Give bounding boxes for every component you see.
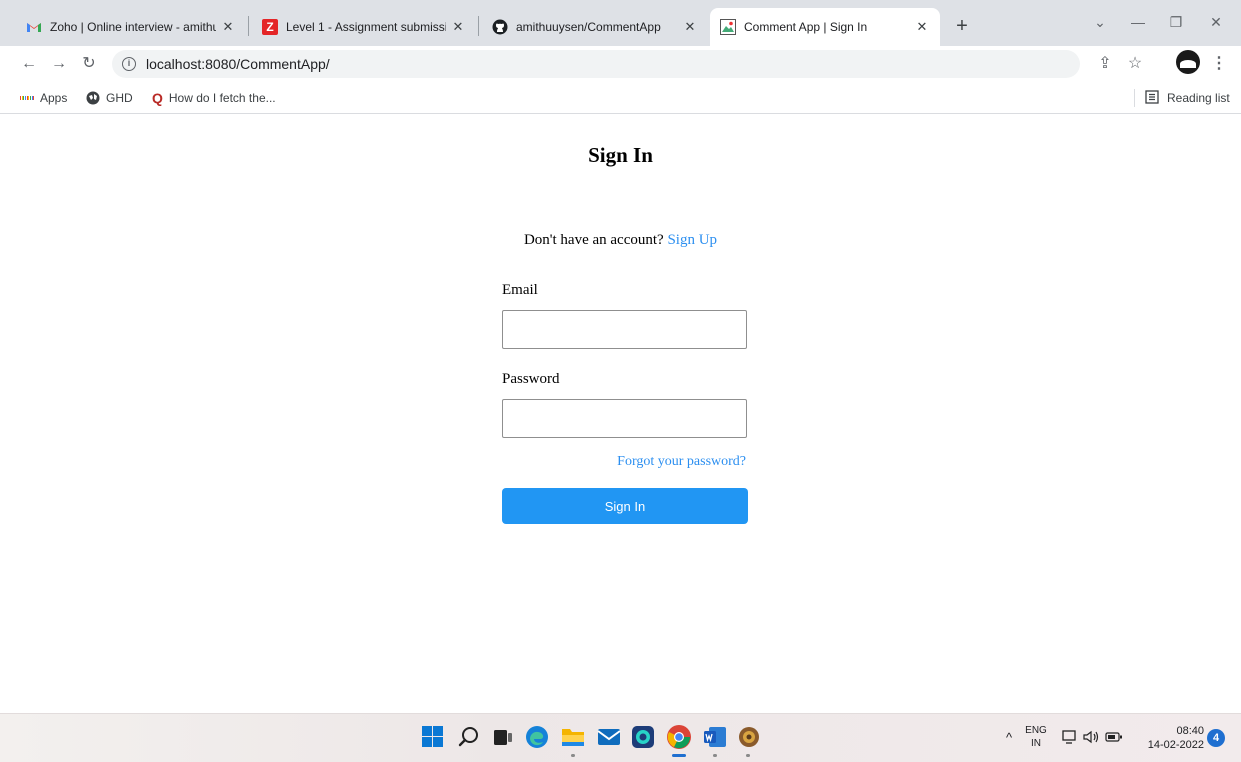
search-icon[interactable] <box>456 724 482 750</box>
bookmark-ghd[interactable]: GHD <box>86 89 133 107</box>
browser-toolbar: ← → ↻ i localhost:8080/CommentApp/ ⇪ ☆ ⋮ <box>0 46 1241 82</box>
word-icon[interactable] <box>702 724 728 750</box>
reload-icon[interactable]: ↻ <box>76 51 102 77</box>
app-active-indicator <box>672 754 686 757</box>
close-icon[interactable]: ✕ <box>914 19 930 35</box>
forward-arrow-icon[interactable]: → <box>46 51 72 77</box>
app-running-indicator <box>746 754 750 757</box>
url-text: localhost:8080/CommentApp/ <box>146 56 330 72</box>
chrome-icon[interactable] <box>666 724 692 750</box>
signup-link[interactable]: Sign Up <box>667 232 717 248</box>
tab-search-icon[interactable]: ⌄ <box>1080 10 1120 34</box>
settings-gear-icon[interactable] <box>736 724 762 750</box>
page-title: Sign In <box>588 143 653 167</box>
globe-icon <box>86 91 100 105</box>
info-icon[interactable]: i <box>122 57 136 71</box>
browser-tab[interactable]: Z Level 1 - Assignment submission ✕ <box>252 8 476 46</box>
close-icon[interactable]: ✕ <box>450 19 466 35</box>
language-code: ENG <box>1025 725 1047 736</box>
password-field[interactable] <box>502 399 747 438</box>
reading-list-icon <box>1145 89 1159 107</box>
email-label: Email <box>502 282 538 298</box>
chevron-up-icon[interactable]: ^ <box>996 724 1022 750</box>
volume-icon[interactable] <box>1082 724 1102 750</box>
mail-icon[interactable] <box>596 724 622 750</box>
password-label: Password <box>502 371 560 387</box>
webex-icon[interactable] <box>630 724 656 750</box>
system-clock[interactable]: 08:40 14-02-2022 <box>1138 724 1204 752</box>
bookmarks-bar: Apps GHD Q How do I fetch the... Reading… <box>0 82 1241 114</box>
quora-icon: Q <box>152 90 163 106</box>
signup-prompt-text: Don't have an account? <box>523 232 664 248</box>
tab-strip: Zoho | Online interview - amithu ✕ Z Lev… <box>0 0 1241 46</box>
bookmark-divider <box>1134 89 1135 107</box>
profile-avatar[interactable] <box>1176 50 1200 74</box>
tab-title: Comment App | Sign In <box>744 20 868 34</box>
reading-list-label: Reading list <box>1167 91 1230 105</box>
minimize-icon[interactable]: — <box>1118 10 1158 34</box>
back-arrow-icon[interactable]: ← <box>16 51 42 77</box>
email-field[interactable] <box>502 310 747 349</box>
clock-time: 08:40 <box>1176 725 1204 737</box>
notification-badge[interactable]: 4 <box>1207 729 1225 747</box>
bookmark-quora[interactable]: Q How do I fetch the... <box>152 89 276 107</box>
gmail-icon <box>26 19 42 35</box>
language-indicator[interactable]: ENG IN <box>1024 724 1048 750</box>
bookmark-star-icon[interactable]: ☆ <box>1122 51 1148 77</box>
bookmark-label: GHD <box>106 91 133 105</box>
tab-title: Level 1 - Assignment submission <box>286 20 446 34</box>
edge-icon[interactable] <box>524 724 550 750</box>
page-icon <box>720 19 736 35</box>
bookmark-label: How do I fetch the... <box>168 91 276 105</box>
restore-icon[interactable]: ❐ <box>1156 10 1196 34</box>
browser-tab[interactable]: amithuuysen/CommentApp ✕ <box>482 8 708 46</box>
task-view-icon[interactable] <box>490 724 516 750</box>
zoho-icon: Z <box>262 19 278 35</box>
signup-prompt: Don't have an account? Sign Up <box>0 232 1241 249</box>
close-icon[interactable]: ✕ <box>682 19 698 35</box>
file-explorer-icon[interactable] <box>560 724 586 750</box>
forgot-password-link[interactable]: Forgot your password? <box>502 454 746 470</box>
tab-divider <box>478 16 479 36</box>
reading-list-button[interactable]: Reading list <box>1145 89 1230 107</box>
close-icon[interactable]: ✕ <box>220 19 236 35</box>
app-running-indicator <box>571 754 575 757</box>
windows-start-icon[interactable] <box>420 724 446 750</box>
signin-page: Sign In Don't have an account? Sign Up E… <box>0 115 1241 700</box>
address-bar[interactable]: i localhost:8080/CommentApp/ <box>112 50 1080 78</box>
apps-grid-icon <box>19 91 35 105</box>
windows-taskbar: ^ ENG IN 08:40 14-02-2022 4 <box>0 713 1241 762</box>
browser-tab[interactable]: Zoho | Online interview - amithu ✕ <box>16 8 246 46</box>
tab-title: Zoho | Online interview - amithu <box>50 20 216 34</box>
battery-icon[interactable] <box>1104 724 1124 750</box>
bookmark-label: Apps <box>40 91 68 105</box>
region-code: IN <box>1031 738 1041 749</box>
network-icon[interactable] <box>1060 724 1080 750</box>
github-icon <box>492 19 508 35</box>
tab-title: amithuuysen/CommentApp <box>516 20 661 34</box>
share-icon[interactable]: ⇪ <box>1092 51 1118 77</box>
bookmark-apps[interactable]: Apps <box>19 89 68 107</box>
browser-tab-active[interactable]: Comment App | Sign In ✕ <box>710 8 940 46</box>
new-tab-icon[interactable]: + <box>948 13 976 41</box>
clock-date: 14-02-2022 <box>1147 739 1204 751</box>
tab-divider <box>248 16 249 36</box>
sign-in-button[interactable]: Sign In <box>502 488 748 524</box>
app-running-indicator <box>713 754 717 757</box>
window-close-icon[interactable]: ✕ <box>1196 10 1236 34</box>
menu-kebab-icon[interactable]: ⋮ <box>1206 51 1232 77</box>
